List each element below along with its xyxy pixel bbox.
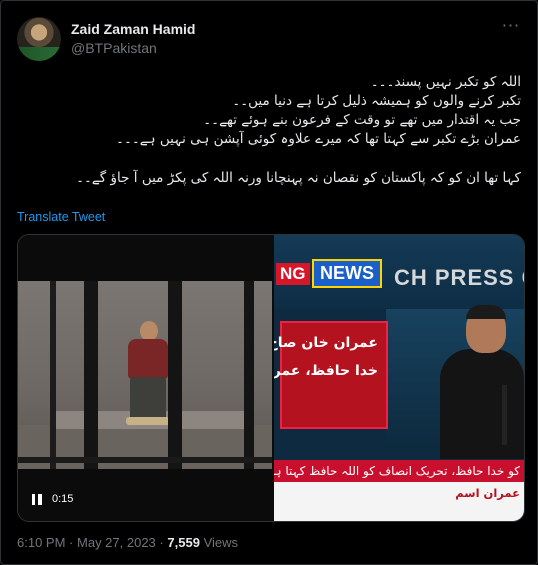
cell-bar: [244, 281, 254, 469]
tweet-date[interactable]: May 27, 2023: [77, 535, 156, 550]
avatar[interactable]: [17, 17, 61, 61]
author-name[interactable]: Zaid Zaman Hamid: [71, 21, 195, 37]
news-lower-strip: عمران اسم: [274, 482, 524, 521]
author-handle[interactable]: @BTPakistan: [71, 40, 157, 56]
microphone: [502, 385, 507, 445]
cell-bar: [84, 281, 98, 469]
views-count: 7,559: [167, 535, 200, 550]
headline-box: عمران خان صاح خدا حافظ، عمران: [274, 321, 388, 429]
speaker-body: [440, 349, 524, 459]
tweet-line: جب یہ اقتدار میں تھے تو وقت کے فرعون بنے…: [203, 112, 521, 128]
press-banner: CH PRESS C NG NEWS: [274, 235, 524, 309]
pause-icon[interactable]: [32, 493, 42, 505]
headline-line: عمران خان صاح: [274, 335, 378, 351]
tweet-line: کہا تھا ان کو کہ پاکستان کو نقصان نہ پہن…: [76, 170, 521, 186]
meta-separator: ·: [69, 535, 74, 550]
press-backdrop-text: CH PRESS C: [394, 265, 524, 290]
press-conference-frame: CH PRESS C NG NEWS عمران خان صاح خدا حاف…: [274, 235, 524, 521]
more-horizontal-icon[interactable]: ···: [501, 18, 521, 39]
views-label: Views: [203, 535, 239, 550]
tweet-text: اللہ کو تکبر نہیں پسند۔۔۔ تکبر کرنے والو…: [17, 73, 521, 188]
ticker-text: کو خدا حافظ، تحریک انصاف کو اللہ حافظ کہ…: [274, 464, 520, 478]
news-ticker: کو خدا حافظ، تحریک انصاف کو اللہ حافظ کہ…: [274, 460, 524, 482]
speaker: [414, 305, 524, 459]
jail-cell-frame: 0:15: [18, 235, 274, 521]
tweet-line: اللہ کو تکبر نہیں پسند۔۔۔: [370, 74, 521, 90]
cell-crossbar: [18, 457, 272, 463]
jail-cell-image: [18, 281, 272, 469]
news-badge: NEWS: [312, 259, 382, 288]
tweet-line: عمران بڑے تکبر سے کہتا تھا کہ میرے علاوہ…: [116, 131, 521, 147]
lower-strip-text: عمران اسم: [455, 486, 520, 500]
person-head: [140, 321, 158, 341]
person-torso: [128, 339, 168, 379]
news-badge-left: NG: [276, 263, 310, 285]
meta-separator: ·: [159, 535, 164, 550]
tweet-card: Zaid Zaman Hamid @BTPakistan ··· اللہ کو…: [0, 0, 538, 565]
tweet-time[interactable]: 6:10 PM: [17, 535, 65, 550]
tweet-video[interactable]: 0:15 CH PRESS C NG NEWS عمران خان صاح خد…: [17, 234, 525, 522]
avatar-flag-graphic: [17, 47, 61, 61]
speaker-hair: [466, 305, 506, 319]
cell-bar: [168, 281, 182, 469]
cell-bar: [50, 281, 56, 469]
person-feet: [126, 417, 170, 425]
video-controls: 0:15: [32, 491, 73, 507]
headline-line: خدا حافظ، عمران: [274, 363, 378, 379]
person-legs: [130, 377, 166, 421]
video-time: 0:15: [52, 493, 74, 505]
tweet-meta: 6:10 PM · May 27, 2023 · 7,559 Views: [17, 535, 238, 550]
tweet-line-gap: [17, 149, 521, 169]
tweet-line: تکبر کرنے والوں کو ہمیشہ ذلیل کرتا ہے دن…: [232, 93, 521, 109]
translate-tweet-link[interactable]: Translate Tweet: [17, 210, 105, 224]
